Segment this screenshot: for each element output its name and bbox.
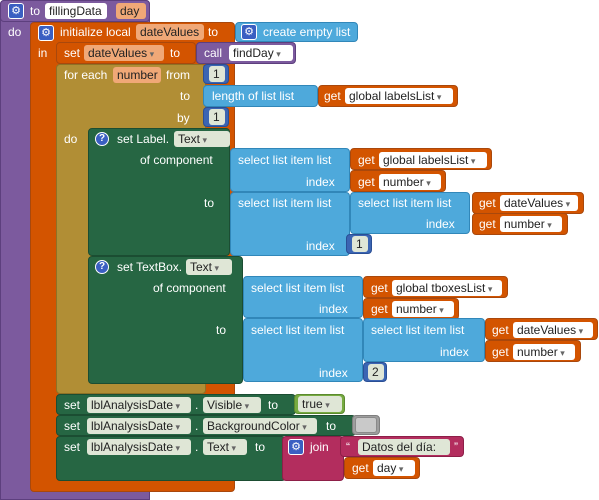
dot-label: .	[195, 440, 199, 454]
set-label-to-label: to	[204, 196, 215, 210]
create-empty-list-label: create empty list	[263, 25, 351, 39]
to-label: to	[255, 440, 266, 454]
property-dropdown[interactable]: Visible	[203, 397, 261, 413]
set-label: set	[64, 419, 81, 433]
set-label: set	[64, 440, 81, 454]
dot-label: .	[195, 398, 199, 412]
from-value-field[interactable]: 1	[209, 66, 225, 82]
set-textbox-text-block[interactable]	[88, 256, 243, 384]
get-day-dropdown[interactable]: day	[373, 460, 415, 476]
gear-icon[interactable]: ⚙	[8, 3, 24, 19]
set-label-prop-dropdown[interactable]: Text	[174, 131, 230, 147]
dot-label: .	[195, 419, 199, 433]
gear-icon[interactable]: ⚙	[38, 25, 54, 41]
local-var-field[interactable]: dateValues	[136, 24, 204, 40]
get-number-dropdown[interactable]: number	[392, 301, 454, 317]
get-label: get	[371, 281, 388, 295]
help-icon[interactable]: ?	[95, 132, 109, 146]
for-each-label: for each	[64, 68, 108, 82]
index-value-field[interactable]: 1	[352, 236, 368, 252]
color-swatch[interactable]	[355, 417, 377, 433]
component-dropdown[interactable]: lblAnalysisDate	[87, 418, 191, 434]
for-each-by-label: by	[177, 111, 190, 125]
index-label: index	[426, 217, 455, 231]
set-label-text-block[interactable]	[88, 128, 230, 256]
procedure-to-label: to	[30, 4, 41, 18]
set-var-dropdown[interactable]: dateValues	[84, 45, 164, 61]
set-label: set	[64, 46, 81, 60]
set-label-label: set Label.	[117, 132, 170, 146]
of-component-label: of component	[140, 153, 213, 167]
for-each-var-field[interactable]: number	[113, 67, 161, 83]
get-label: get	[479, 217, 496, 231]
text-string-field[interactable]: Datos del día:	[358, 439, 450, 455]
set-textbox-label: set TextBox.	[117, 260, 183, 274]
get-datevalues-dropdown[interactable]: dateValues	[513, 322, 593, 338]
get-label: get	[492, 323, 509, 337]
get-global-tboxes-dropdown[interactable]: global tboxesList	[392, 280, 502, 296]
get-label: get	[352, 461, 369, 475]
local-to-label: to	[208, 25, 219, 39]
select-list-item-label: select list item list	[251, 281, 345, 295]
get-number-dropdown[interactable]: number	[500, 216, 562, 232]
index-value-field[interactable]: 2	[368, 364, 384, 380]
get-label: get	[358, 175, 375, 189]
by-value-field[interactable]: 1	[209, 109, 225, 125]
component-dropdown[interactable]: lblAnalysisDate	[87, 439, 191, 455]
set-label: set	[64, 398, 81, 412]
get-datevalues-dropdown[interactable]: dateValues	[500, 195, 578, 211]
property-dropdown[interactable]: Text	[203, 439, 247, 455]
to-label: to	[326, 419, 337, 433]
set-textbox-to-label: to	[216, 323, 227, 337]
index-label: index	[440, 345, 469, 359]
open-quote: “	[346, 440, 350, 454]
get-label: get	[358, 153, 375, 167]
component-dropdown[interactable]: lblAnalysisDate	[87, 397, 191, 413]
select-list-item-label: select list item list	[371, 323, 465, 337]
index-label: index	[306, 239, 335, 253]
property-dropdown[interactable]: BackgroundColor	[203, 418, 317, 434]
set-to-label: to	[170, 46, 181, 60]
select-list-item-label: select list item list	[238, 196, 332, 210]
procedure-do-label: do	[8, 25, 22, 39]
get-number-dropdown[interactable]: number	[513, 344, 575, 360]
for-each-do-label: do	[64, 132, 78, 146]
true-dropdown[interactable]: true	[298, 396, 342, 412]
close-quote: ”	[454, 440, 458, 454]
join-label: join	[310, 440, 329, 454]
for-each-from-label: from	[166, 68, 190, 82]
initialize-local-label: initialize local	[60, 25, 131, 39]
of-component-label: of component	[153, 281, 226, 295]
length-of-list-label: length of list list	[212, 89, 295, 103]
gear-icon[interactable]: ⚙	[241, 24, 257, 40]
gear-icon[interactable]: ⚙	[288, 439, 304, 455]
procedure-name-field[interactable]: fillingData	[45, 3, 107, 19]
index-label: index	[319, 302, 348, 316]
set-textbox-prop-dropdown[interactable]: Text	[186, 259, 232, 275]
get-label: get	[492, 345, 509, 359]
select-list-item-label: select list item list	[251, 323, 345, 337]
call-label: call	[204, 46, 223, 60]
get-global-labels-dropdown[interactable]: global labelsList	[345, 88, 453, 104]
get-number-dropdown[interactable]: number	[379, 174, 441, 190]
select-list-item-label: select list item list	[358, 196, 452, 210]
get-global-labels-dropdown[interactable]: global labelsList	[379, 152, 487, 168]
local-in-label: in	[38, 46, 48, 60]
help-icon[interactable]: ?	[95, 260, 109, 274]
to-label: to	[268, 398, 279, 412]
index-label: index	[306, 175, 335, 189]
select-list-item-label: select list item list	[238, 153, 332, 167]
procedure-param-field[interactable]: day	[116, 3, 146, 19]
get-label: get	[324, 89, 341, 103]
get-label: get	[479, 196, 496, 210]
call-proc-dropdown[interactable]: findDay	[229, 45, 293, 61]
index-label: index	[319, 366, 348, 380]
for-each-to-label: to	[180, 89, 191, 103]
get-label: get	[371, 302, 388, 316]
